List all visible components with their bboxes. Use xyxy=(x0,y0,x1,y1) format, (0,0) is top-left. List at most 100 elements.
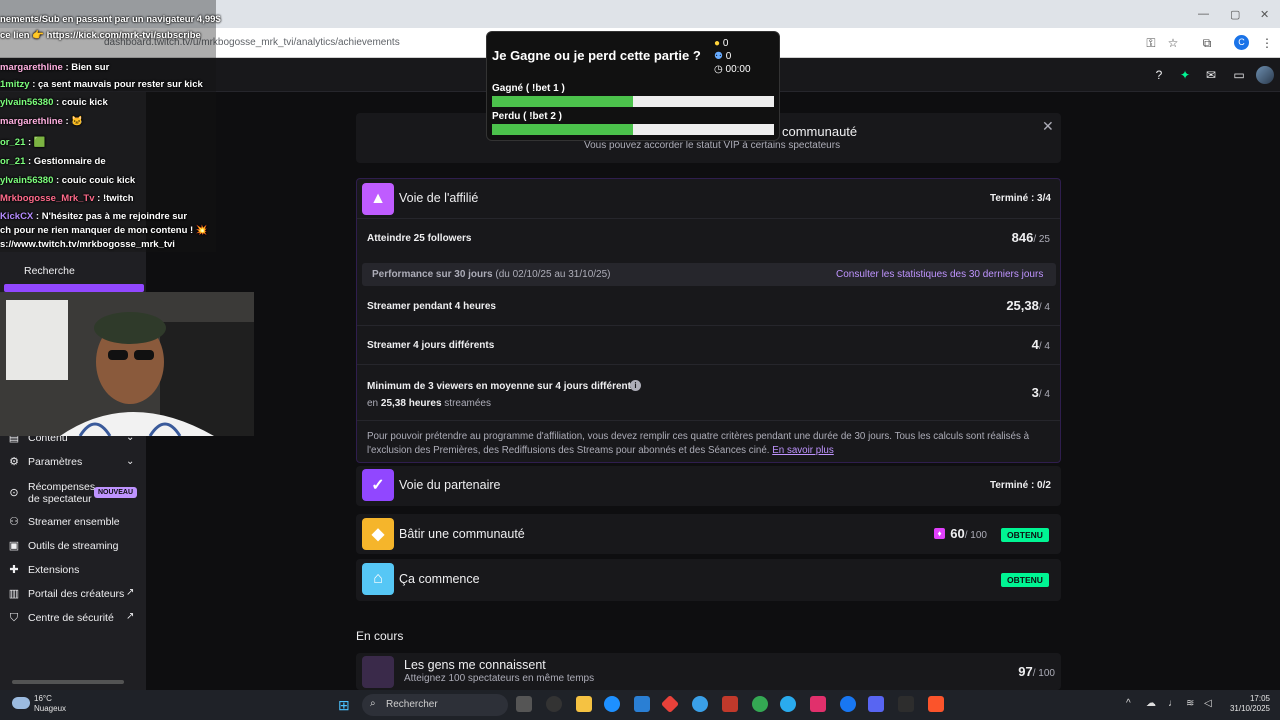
viewers-label: Minimum de 3 viewers en moyenne sur 4 jo… xyxy=(367,381,637,392)
sidebar-item-label: Outils de streaming xyxy=(28,540,119,552)
chat-text: s://www.twitch.tv/mrkbogosse_mrk_tvi xyxy=(0,239,175,250)
windows-start-icon[interactable]: ⊞ xyxy=(338,697,354,713)
chat-username: ylvain56380 xyxy=(0,97,54,108)
close-window-icon[interactable]: ✕ xyxy=(1260,8,1269,21)
facebook-icon[interactable] xyxy=(840,696,856,712)
edge-icon[interactable] xyxy=(604,696,620,712)
performance-stats-link[interactable]: Consulter les statistiques des 30 dernie… xyxy=(836,269,1043,280)
app-icon-1[interactable] xyxy=(546,696,562,712)
chat-username: Mrkbogosse_Mrk_Tv xyxy=(0,193,95,204)
sidebar-item-securite[interactable]: ⛉ Centre de sécurité xyxy=(8,608,114,628)
sidebar-item-recherche[interactable]: Recherche xyxy=(24,261,75,281)
reward-icon: ⊙ xyxy=(9,487,19,499)
close-icon[interactable]: ✕ xyxy=(1042,118,1054,135)
tray-chevron-icon[interactable]: ^ xyxy=(1126,698,1131,709)
learn-more-link[interactable]: En savoir plus xyxy=(772,445,834,456)
in-progress-goal: / 100 xyxy=(1032,668,1055,679)
sidebar-item-label: Portail des créateurs xyxy=(28,588,125,600)
sidebar-item-streamer-ensemble[interactable]: ⚇ Streamer ensemble xyxy=(8,512,120,532)
sparkle-icon[interactable]: ✦ xyxy=(1178,68,1192,82)
brave-icon[interactable] xyxy=(928,696,944,712)
wifi-icon[interactable]: ≋ xyxy=(1186,698,1194,709)
affiliate-note-text: Pour pouvoir prétendre au programme d'af… xyxy=(367,431,1030,456)
viewers-sub-suffix: streamées xyxy=(444,398,491,409)
chat-text: : 🟩 xyxy=(25,137,46,148)
users-icon: ⚉ xyxy=(714,51,723,62)
telegram-icon[interactable] xyxy=(780,696,796,712)
weather-desc: Nuageux xyxy=(34,704,67,713)
bookmark-star-icon[interactable]: ☆ xyxy=(1166,36,1180,50)
sidebar-item-parametres[interactable]: ⚙ Paramètres xyxy=(8,452,82,472)
chat-text: ch pour ne rien manquer de mon contenu !… xyxy=(0,225,208,236)
option-win-bar xyxy=(492,96,774,107)
chat-text: : ça sent mauvais pour rester sur kick xyxy=(29,79,203,90)
option-win-fill xyxy=(492,96,633,107)
sidebar-item-label: Recherche xyxy=(24,265,75,277)
viewers-sub: en 25,38 heures streamées xyxy=(367,398,491,409)
chat-text: : 🐱 xyxy=(62,116,84,127)
sidebar-item-label: Extensions xyxy=(28,564,80,576)
weather-widget[interactable]: 16°C Nuageux xyxy=(34,694,66,714)
menu-dots-icon[interactable]: ⋮ xyxy=(1260,36,1274,50)
instagram-icon[interactable] xyxy=(810,696,826,712)
chat-message: ch pour ne rien manquer de mon contenu !… xyxy=(0,225,208,236)
new-badge: NOUVEAU xyxy=(94,487,138,498)
chrome-icon[interactable] xyxy=(752,696,768,712)
chat-username: or_21 xyxy=(0,137,26,148)
info-icon[interactable]: i xyxy=(630,380,641,391)
chevron-down-icon[interactable]: ⌄ xyxy=(126,456,134,467)
sidebar-item-recompenses[interactable]: ⊙ Récompenses de spectateur xyxy=(8,480,96,506)
chat-text: : couic couic kick xyxy=(53,175,136,186)
help-icon[interactable]: ? xyxy=(1152,68,1166,82)
file-explorer-icon[interactable] xyxy=(576,696,592,712)
taskbar-search-text: Rechercher xyxy=(386,699,438,710)
app-icon-3[interactable] xyxy=(692,696,708,712)
partner-status: Terminé : 0/2 xyxy=(990,480,1051,491)
viewers-sub-prefix: en xyxy=(367,398,379,409)
microphone-icon[interactable]: ♩ xyxy=(1168,698,1178,709)
sidebar-scrollbar[interactable] xyxy=(12,680,124,684)
webcam-overlay xyxy=(0,292,254,436)
followers-value: 846/ 25 xyxy=(980,230,1050,245)
checkmark-icon: ✓ xyxy=(362,469,394,501)
sidebar-item-label: Paramètres xyxy=(28,456,83,468)
terminal-icon[interactable] xyxy=(898,696,914,712)
mail-icon[interactable]: ✉ xyxy=(1204,68,1218,82)
viewers-value: 3/ 4 xyxy=(980,385,1050,400)
app-icon-4[interactable] xyxy=(722,696,738,712)
sidebar-item-label: Récompenses de spectateur xyxy=(28,481,96,505)
user-avatar[interactable] xyxy=(1256,66,1274,84)
vip-banner-title: communauté xyxy=(782,124,858,139)
option-win-label: Gagné ( !bet 1 ) xyxy=(492,83,565,94)
in-progress-count: 97 xyxy=(1018,664,1033,679)
discord-icon[interactable] xyxy=(868,696,884,712)
in-progress-subtitle: Atteignez 100 spectateurs en même temps xyxy=(404,673,595,684)
diamond-icon: ◆ xyxy=(362,518,394,550)
chat-username: or_21 xyxy=(0,156,26,167)
maximize-icon[interactable]: ▢ xyxy=(1230,8,1240,21)
minimize-icon[interactable]: — xyxy=(1198,8,1209,20)
chat-username: margarethline xyxy=(0,62,63,73)
key-icon[interactable]: ⚿ xyxy=(1144,36,1158,50)
store-icon[interactable] xyxy=(634,696,650,712)
taskbar-clock[interactable]: 17:05 31/10/2025 xyxy=(1224,694,1270,714)
tray-cloud-icon[interactable]: ☁ xyxy=(1146,698,1156,709)
sidebar-item-extensions[interactable]: ✚ Extensions xyxy=(8,560,79,580)
volume-icon[interactable]: ◁ xyxy=(1204,698,1212,709)
days-count: 4 xyxy=(1031,337,1039,352)
puzzle-icon: ✚ xyxy=(9,564,19,576)
affiliate-status: Terminé : 3/4 xyxy=(990,193,1051,204)
book-icon: ▥ xyxy=(8,588,20,600)
divider xyxy=(357,364,1060,365)
chat-icon[interactable]: ▭ xyxy=(1232,68,1246,82)
coin-icon: ● xyxy=(714,38,721,49)
sidebar-item-portail[interactable]: ▥ Portail des créateurs xyxy=(8,584,125,604)
sidebar-item-outils[interactable]: ▣ Outils de streaming xyxy=(8,536,119,556)
in-progress-title: Les gens me connaissent xyxy=(404,658,546,672)
sidebar-item-label: Streamer ensemble xyxy=(28,516,120,528)
extensions-icon[interactable]: ⧉ xyxy=(1200,36,1214,50)
chat-message: ylvain56380 : couic kick xyxy=(0,97,108,108)
profile-avatar[interactable]: C xyxy=(1234,35,1249,50)
community-value: 60/ 100 xyxy=(940,526,987,541)
task-view-icon[interactable] xyxy=(516,696,532,712)
